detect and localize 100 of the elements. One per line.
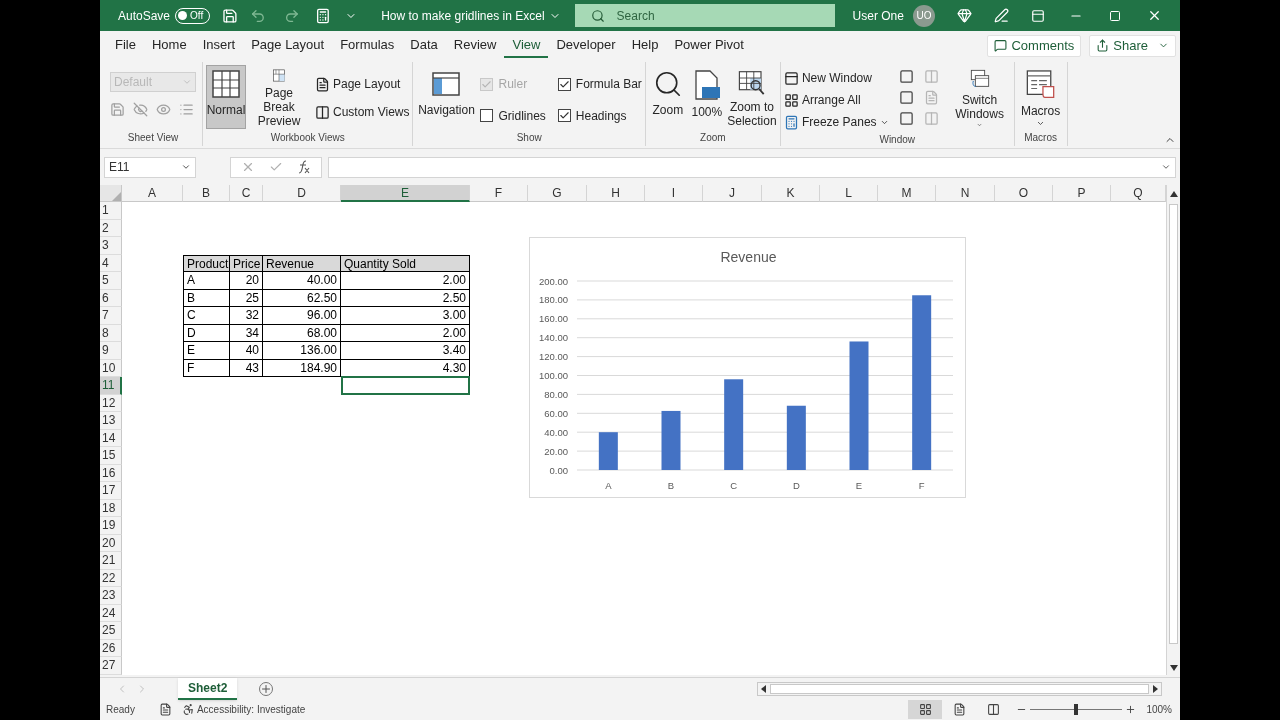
column-header[interactable]: J [703,185,762,202]
ribbon-tab[interactable]: Page Layout [243,33,333,58]
redo-icon[interactable] [283,7,300,24]
checkbox[interactable]: Headings [557,104,642,127]
ribbon-button[interactable]: Navigation [416,65,477,129]
accessibility-status[interactable]: Accessibility: Investigate [196,701,306,717]
ribbon-button[interactable]: Zoom to Selection [726,65,777,129]
chart-bar[interactable] [849,341,869,470]
ribbon-tab[interactable]: File [107,33,144,58]
view-button[interactable] [908,699,943,719]
ribbon-button[interactable]: New Window [783,67,889,89]
scroll-down-icon[interactable] [1169,664,1178,671]
row-header[interactable]: 23 [100,587,122,605]
row-header[interactable]: 5 [100,272,122,290]
calculator-icon[interactable] [315,7,332,24]
row-header[interactable]: 17 [100,482,122,500]
sheet-tab[interactable]: Sheet2 [178,677,238,700]
row-header[interactable]: 15 [100,447,122,465]
function-icon[interactable] [297,160,311,174]
row-header[interactable]: 1 [100,202,122,220]
chart-bar[interactable] [724,379,744,470]
row-header[interactable]: 7 [100,307,122,325]
ribbon-tab[interactable]: Developer [548,33,624,58]
column-header[interactable]: M [878,185,936,202]
chart-bar[interactable] [912,295,932,470]
ribbon-button[interactable]: Macros [1017,65,1064,129]
ribbon-button[interactable]: Zoom [648,65,687,129]
maximize-icon[interactable] [1108,9,1121,22]
search-field[interactable]: Search [574,4,835,27]
column-header[interactable]: F [470,185,528,202]
row-header[interactable]: 19 [100,517,122,535]
column-header[interactable]: I [645,185,703,202]
comments-button[interactable]: Comments [987,34,1082,57]
column-header[interactable]: L [820,185,878,202]
chart-bar[interactable] [786,405,806,470]
row-header[interactable]: 21 [100,552,122,570]
diamond-icon[interactable] [956,8,972,23]
cell-selection[interactable] [341,376,470,395]
ribbon-tab[interactable]: Insert [194,33,244,58]
zoom-level[interactable]: 100% [1146,701,1172,717]
checkbox[interactable]: Formula Bar [557,73,642,95]
column-header[interactable]: G [528,185,587,202]
ribbon-button[interactable]: Custom Views [315,101,410,123]
row-header[interactable]: 27 [100,657,122,675]
column-header[interactable]: H [587,185,645,202]
ribbon-display-icon[interactable] [1030,8,1045,23]
chart-bar[interactable] [598,432,618,470]
column-header[interactable]: D [263,185,341,202]
column-header[interactable]: B [183,185,230,202]
row-header[interactable]: 9 [100,342,122,360]
chart-bar[interactable] [661,410,681,470]
save-icon[interactable] [221,7,238,24]
accessibility-icon[interactable] [181,702,195,716]
column-header[interactable]: E [341,185,470,202]
column-header[interactable]: A [122,185,183,202]
column-header[interactable]: Q [1111,185,1166,202]
zoom-slider-thumb[interactable] [1074,703,1079,715]
ribbon-button[interactable]: Page Break Preview [248,65,310,129]
ribbon-tab[interactable]: Help [623,33,667,58]
ribbon-tab[interactable]: Power Pivot [666,33,752,58]
enter-icon[interactable] [269,160,283,174]
ribbon-button[interactable]: Freeze Panes [783,111,889,133]
formula-input[interactable] [328,156,1176,178]
pen-icon[interactable] [993,8,1009,23]
scroll-up-icon[interactable] [1169,190,1178,197]
ribbon-tab[interactable]: Review [445,33,505,58]
ribbon-button[interactable]: Page Layout [315,73,410,95]
column-header[interactable]: C [230,185,263,202]
row-header[interactable]: 13 [100,412,122,430]
ribbon-tab[interactable]: Data [402,33,446,58]
undo-icon[interactable] [249,7,266,24]
column-chart[interactable]: Revenue 0.00 20.00 40.00 60.00 80.00 100.00 120.00 140.00 160.00 180.00 200.00 A B C D E F [529,237,966,498]
row-header[interactable]: 11 [100,377,122,395]
checkbox[interactable]: Gridlines [480,104,546,127]
ribbon-tab[interactable]: Formulas [332,33,403,58]
eye-icon[interactable] [156,102,171,117]
eye-icon[interactable] [133,102,148,117]
document-title[interactable]: How to make gridlines in Excel [381,6,561,25]
search-input[interactable]: Search [616,6,797,25]
row-header[interactable]: 25 [100,622,122,640]
column-header[interactable]: K [762,185,820,202]
zoom-slider[interactable] [1030,703,1123,715]
zoom-in-icon[interactable] [1125,703,1137,715]
list-icon[interactable] [179,102,194,117]
column-header[interactable]: O [995,185,1053,202]
ribbon-button[interactable]: 100% [688,65,725,129]
share-button[interactable]: Share [1089,34,1176,57]
ribbon-tab[interactable]: View [504,33,549,58]
cancel-icon[interactable] [241,160,255,174]
ribbon-button[interactable]: Switch Windows [948,65,1011,129]
horizontal-scrollbar[interactable] [757,681,1162,696]
ribbon-tab[interactable]: Home [143,33,195,58]
name-box[interactable]: E11 [104,156,196,178]
column-header[interactable]: P [1053,185,1111,202]
vertical-scrollbar[interactable] [1166,185,1180,675]
column-header[interactable]: N [936,185,995,202]
ribbon-button[interactable]: Normal [206,65,246,129]
ribbon-button[interactable]: Arrange All [783,89,889,111]
expand-caret-icon[interactable] [1161,162,1171,172]
row-header[interactable]: 3 [100,237,122,255]
